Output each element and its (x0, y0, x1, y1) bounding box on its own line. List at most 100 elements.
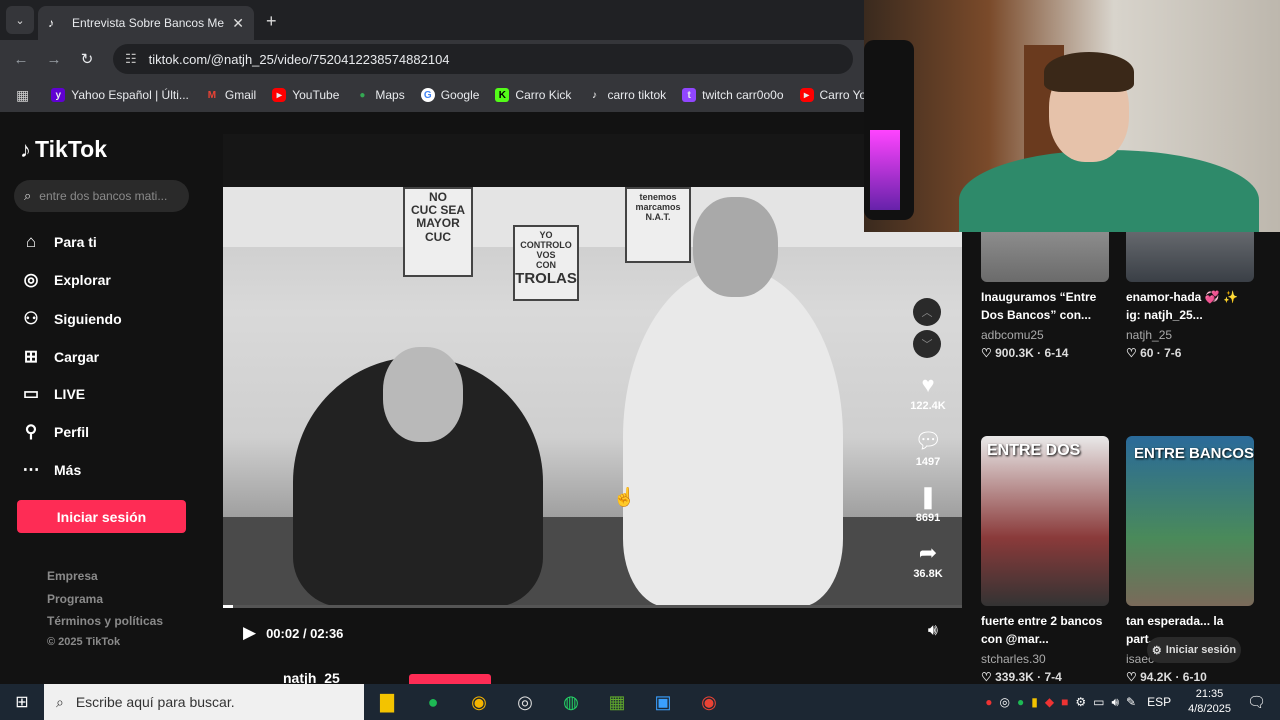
wall-sign: tenemos marcamos N.A.T. (625, 187, 691, 263)
minecraft-icon[interactable]: ▦ (594, 692, 640, 713)
mouse-cursor-icon: ☝ (613, 487, 636, 507)
file-explorer-icon[interactable]: ▇ (364, 692, 410, 713)
next-video-icon[interactable]: ﹀ (913, 330, 941, 358)
search-icon: ⌕ (56, 693, 64, 710)
bookmark-item[interactable]: ♪ carro tiktok (587, 88, 666, 102)
save-action[interactable]: ❚ 8691 (906, 484, 950, 524)
nav-item-live[interactable]: ▭ LIVE (20, 384, 85, 404)
tray-app-icon[interactable]: ■ (1061, 695, 1068, 709)
browser-tab[interactable]: ♪ Entrevista Sobre Bancos Mexica ✕ (38, 6, 254, 40)
related-video-thumbnail[interactable]: ENTRE DOS (981, 436, 1109, 606)
wall-sign: YO CONTROLO VOS CON TROLAS (513, 225, 579, 301)
tray-app-icon[interactable]: ◆ (1045, 695, 1054, 709)
browser-tab-strip: ⌄ ♪ Entrevista Sobre Bancos Mexica ✕ + (0, 0, 864, 40)
bookmark-item[interactable]: ● Maps (355, 88, 404, 102)
reload-icon[interactable]: ↻ (75, 50, 99, 68)
url-text: tiktok.com/@natjh_25/video/7520412238574… (148, 51, 450, 67)
language-indicator[interactable]: ESP (1147, 695, 1171, 709)
share-icon: ➦ (918, 540, 938, 565)
person-left-face (383, 347, 463, 442)
footer-link-empresa[interactable]: Empresa (47, 569, 98, 583)
tiktok-note-icon: ♪ (20, 136, 31, 162)
nav-item-mas[interactable]: ⋯ Más (20, 460, 82, 480)
sidebar: ♪ TikTok ⌕ entre dos bancos mati... ⌂ Par… (0, 112, 222, 684)
notifications-icon[interactable]: 🗨︎ (1247, 693, 1266, 711)
network-icon[interactable]: ▭ (1093, 695, 1104, 709)
system-tray: ● ◎ ● ▮ ◆ ■ ⚙ ▭ 🔊︎ ✎ ESP 21:35 4/8/2025 … (985, 684, 1280, 720)
more-icon: ⋯ (22, 460, 40, 479)
new-tab-icon[interactable]: + (266, 11, 277, 32)
settings-icon[interactable]: ⚙ (1075, 695, 1086, 709)
tab-search-button[interactable]: ⌄ (6, 6, 34, 34)
previous-video-icon[interactable]: ︿ (913, 298, 941, 326)
tab-title: Entrevista Sobre Bancos Mexica (72, 16, 225, 30)
login-button[interactable]: Iniciar sesión (17, 500, 186, 533)
clock[interactable]: 21:35 4/8/2025 (1188, 687, 1231, 717)
bookmark-item[interactable]: ▸ YouTube (272, 88, 339, 102)
maps-icon: ● (359, 89, 366, 101)
obs-icon[interactable]: ◎ (502, 692, 548, 713)
chrome-icon[interactable]: ◉ (456, 692, 502, 713)
bookmark-item[interactable]: ▸Carro YouTub (799, 88, 864, 102)
taskbar-search-input[interactable]: ⌕ Escribe aquí para buscar. (44, 684, 364, 720)
chrome-active-icon[interactable]: ◉ (686, 692, 732, 713)
address-bar[interactable]: ☷ tiktok.com/@natjh_25/video/75204122385… (113, 44, 853, 74)
forward-icon[interactable]: → (42, 51, 66, 68)
like-count: 122.4K (910, 400, 946, 412)
profile-icon: ⚲ (24, 422, 38, 441)
spotify-tray-icon[interactable]: ● (1017, 695, 1024, 709)
bookmark-icon: ❚ (918, 484, 938, 509)
bookmark-item[interactable]: t twitch carr0o0o (682, 88, 784, 102)
footer-link-programa[interactable]: Programa (47, 592, 103, 606)
nav-item-siguiendo[interactable]: ⚇ Siguiendo (20, 309, 121, 329)
nav-item-para-ti[interactable]: ⌂ Para ti (20, 232, 97, 252)
nav-item-cargar[interactable]: ⊞ Cargar (20, 347, 99, 367)
related-video-thumbnail[interactable]: ENTRE BANCOS (1126, 436, 1254, 606)
footer-link-terminos[interactable]: Términos y políticas (47, 614, 163, 628)
login-toast-button[interactable]: ⚙ Iniciar sesión (1147, 637, 1241, 663)
site-info-icon[interactable]: ☷ (125, 51, 137, 67)
apps-grid-icon[interactable]: ▦ (16, 87, 29, 104)
keys-icon: ⚙ (1151, 644, 1162, 657)
comment-action[interactable]: 💬︎ 1497 (906, 428, 950, 468)
video-time: 00:02 / 02:36 (266, 625, 344, 641)
bookmark-item[interactable]: G Google (420, 88, 479, 102)
store-icon[interactable]: ▣ (640, 692, 686, 713)
play-icon[interactable]: ▶ (243, 623, 256, 643)
person-right-face (693, 197, 778, 297)
copyright-text: © 2025 TikTok (47, 636, 121, 648)
save-count: 8691 (915, 512, 941, 524)
home-icon: ⌂ (25, 232, 37, 251)
like-action[interactable]: ♥ 122.4K (906, 372, 950, 412)
webcam-overlay (864, 0, 1280, 232)
yahoo-icon: y (51, 88, 66, 102)
upload-icon: ⊞ (23, 347, 39, 366)
close-icon[interactable]: ✕ (232, 15, 244, 32)
bookmarks-bar: ▦ y Yahoo Español | Últi... M Gmail ▸ YouTu… (0, 78, 864, 112)
nav-item-perfil[interactable]: ⚲ Perfil (20, 422, 89, 442)
pen-icon[interactable]: ✎ (1126, 695, 1136, 709)
volume-icon[interactable]: 🔊︎ (928, 622, 938, 640)
comment-icon: 💬︎ (914, 428, 942, 453)
whatsapp-icon[interactable]: ◍ (548, 692, 594, 713)
tiktok-logo[interactable]: ♪ TikTok (20, 136, 107, 163)
spotify-icon[interactable]: ● (410, 692, 456, 713)
tray-app-icon[interactable]: ● (985, 695, 992, 709)
windows-taskbar: ⊞ ⌕ Escribe aquí para buscar. ▇ ● ◉ ◎ ◍ … (0, 684, 1280, 720)
search-input[interactable]: ⌕ entre dos bancos mati... (14, 180, 189, 212)
video-frame[interactable]: NO CUC SEA MAYOR CUC YO CONTROLO VOS CON… (223, 187, 962, 605)
tray-app-icon[interactable]: ◎ (1000, 695, 1010, 709)
nav-item-explorar[interactable]: ◎ Explorar (20, 270, 111, 290)
share-action[interactable]: ➦ 36.8K (906, 540, 950, 580)
kick-icon: K (495, 88, 510, 102)
wall-sign: NO CUC SEA MAYOR CUC (403, 187, 473, 277)
comment-count: 1497 (915, 456, 941, 468)
volume-tray-icon[interactable]: 🔊︎ (1111, 695, 1119, 710)
bookmark-item[interactable]: M Gmail (205, 88, 257, 102)
windows-start-icon[interactable]: ⊞ (0, 692, 44, 712)
bookmark-item[interactable]: y Yahoo Español | Últi... (51, 88, 189, 102)
back-icon[interactable]: ← (9, 51, 33, 68)
bookmark-item[interactable]: K Carro Kick (495, 88, 571, 102)
related-video-card[interactable]: ENTRE DOS fuerte entre 2 bancos con @mar… (981, 436, 1109, 684)
tray-app-icon[interactable]: ▮ (1031, 695, 1038, 709)
